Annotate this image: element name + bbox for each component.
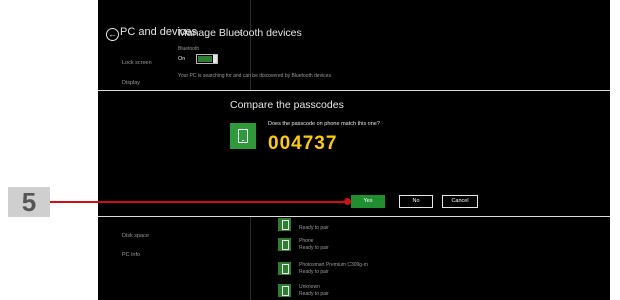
printer-icon	[278, 262, 291, 275]
nav-item-disk-space[interactable]: Disk space	[122, 233, 149, 239]
device-status: Ready to pair	[299, 291, 329, 297]
bluetooth-label: Bluetooth	[178, 46, 200, 52]
compare-passcodes-dialog: Compare the passcodes Does the passcode …	[98, 90, 610, 217]
bluetooth-toggle[interactable]	[196, 54, 218, 64]
nav-item-pc-info[interactable]: PC info	[122, 252, 140, 258]
dialog-question: Does the passcode on phone match this on…	[268, 121, 380, 127]
bluetooth-state: On	[178, 56, 186, 62]
callout-dot	[344, 198, 351, 205]
nav-item-display[interactable]: Display	[122, 80, 140, 86]
device-icon	[278, 218, 291, 231]
no-button[interactable]: No	[399, 195, 433, 208]
step-number-badge: 5	[8, 187, 50, 217]
toggle-knob	[213, 55, 217, 63]
phone-glyph	[238, 129, 248, 143]
device-status: Ready to pair	[299, 245, 329, 251]
device-name: Unknown	[299, 284, 320, 290]
device-name: Photosmart Premium C309g-m	[299, 262, 368, 268]
device-icon	[278, 284, 291, 297]
back-arrow-icon[interactable]: ←	[106, 28, 119, 41]
dialog-title: Compare the passcodes	[230, 99, 344, 111]
toggle-fill	[198, 56, 212, 62]
phone-icon	[230, 123, 256, 149]
bluetooth-status-text: Your PC is searching for and can be disc…	[178, 73, 333, 79]
phone-icon	[278, 238, 291, 251]
device-status: Ready to pair	[299, 269, 329, 275]
yes-button[interactable]: Yes	[351, 195, 385, 208]
device-name: Phone	[299, 238, 314, 244]
passcode-value: 004737	[268, 133, 338, 154]
cancel-button[interactable]: Cancel	[442, 195, 478, 208]
device-status: Ready to pair	[299, 225, 329, 231]
page-title: Manage Bluetooth devices	[178, 27, 302, 39]
nav-item-lock-screen[interactable]: Lock screen	[122, 60, 152, 66]
callout-line	[50, 201, 348, 203]
